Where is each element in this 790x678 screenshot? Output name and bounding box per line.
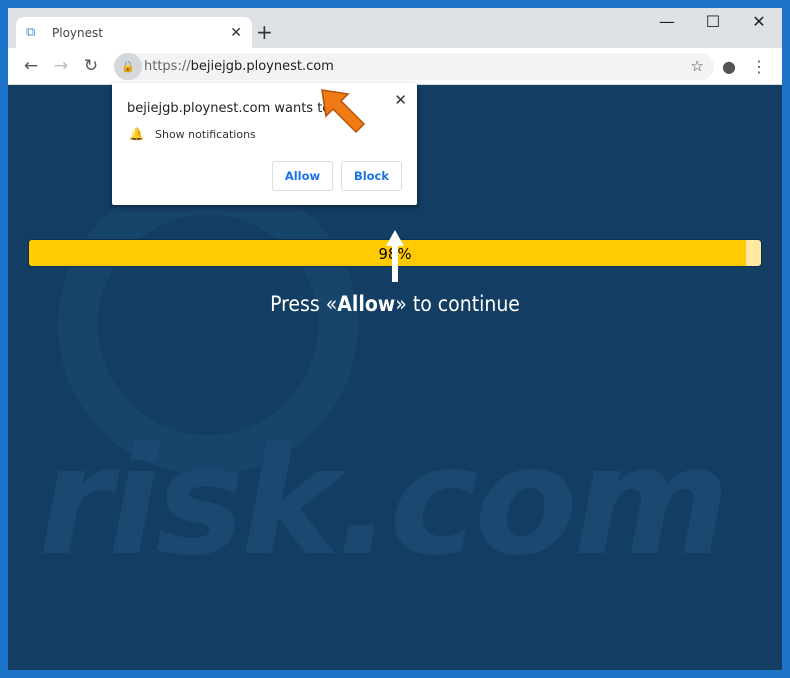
- menu-kebab-icon[interactable]: ⋮: [744, 57, 774, 76]
- site-favicon-icon: ⧉: [26, 25, 36, 40]
- popup-title: bejiejgb.ploynest.com wants to: [127, 101, 331, 116]
- new-tab-button[interactable]: +: [256, 20, 273, 44]
- url-scheme: https://: [144, 58, 191, 74]
- instruction-pre: Press «: [270, 292, 338, 316]
- tab-bar: ⧉ Ploynest ✕ + — ☐ ✕: [8, 8, 782, 48]
- instruction-text: Press «Allow» to continue: [8, 292, 782, 316]
- reload-button[interactable]: ↻: [76, 56, 106, 76]
- maximize-button[interactable]: ☐: [690, 12, 736, 31]
- url-text[interactable]: https://bejiejgb.ploynest.com: [144, 59, 334, 74]
- allow-button[interactable]: Allow: [272, 161, 333, 191]
- toolbar: ← → ↻ 🔒 https://bejiejgb.ploynest.com ☆ …: [8, 48, 782, 85]
- bookmark-star-icon[interactable]: ☆: [691, 57, 704, 75]
- minimize-button[interactable]: —: [644, 12, 690, 31]
- instruction-post: » to continue: [395, 292, 520, 316]
- notification-permission-popup: bejiejgb.ploynest.com wants to ✕ 🔔 Show …: [112, 83, 417, 205]
- browser-window: ⧉ Ploynest ✕ + — ☐ ✕ ← → ↻ 🔒 https://bej…: [8, 8, 782, 670]
- orange-pointer-arrow-icon: [321, 89, 366, 134]
- forward-button[interactable]: →: [46, 56, 76, 76]
- watermark-text: risk.com: [38, 415, 730, 589]
- close-window-button[interactable]: ✕: [736, 12, 782, 31]
- instruction-bold: Allow: [337, 292, 396, 316]
- tab-close-icon[interactable]: ✕: [230, 25, 242, 41]
- profile-icon[interactable]: ●: [714, 57, 744, 76]
- address-bar[interactable]: 🔒 https://bejiejgb.ploynest.com ☆: [114, 52, 714, 80]
- lock-icon[interactable]: 🔒: [114, 52, 142, 80]
- tab-title: Ploynest: [52, 25, 103, 40]
- permission-text: Show notifications: [155, 128, 256, 141]
- up-arrow-icon: [386, 230, 404, 282]
- bell-icon: 🔔: [129, 127, 144, 141]
- popup-close-icon[interactable]: ✕: [394, 91, 407, 109]
- url-host: bejiejgb.ploynest.com: [190, 58, 334, 74]
- tab-ploynest[interactable]: ⧉ Ploynest ✕: [16, 17, 252, 48]
- back-button[interactable]: ←: [16, 56, 46, 76]
- block-button[interactable]: Block: [341, 161, 402, 191]
